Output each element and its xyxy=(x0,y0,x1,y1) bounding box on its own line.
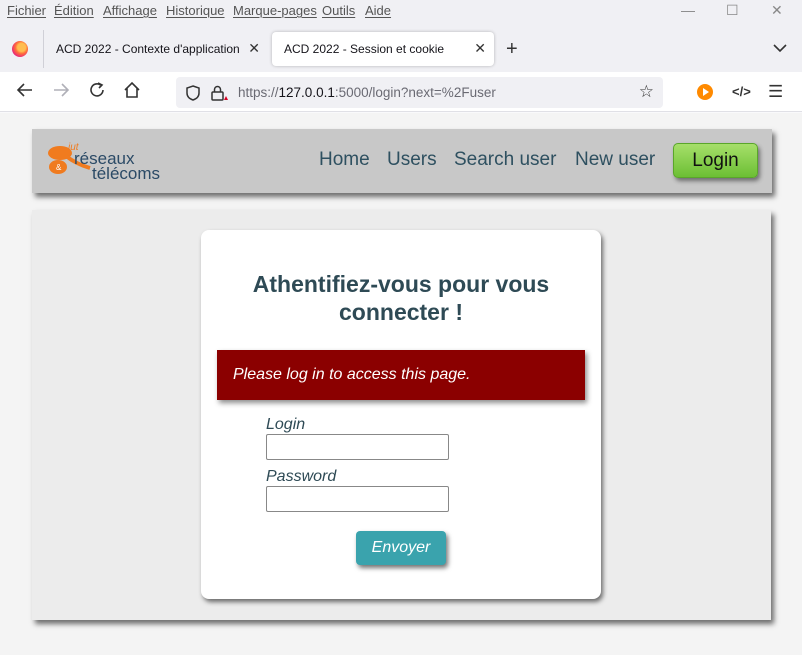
back-icon[interactable] xyxy=(14,81,36,103)
login-heading-line2: connecter ! xyxy=(339,299,463,325)
shield-icon[interactable] xyxy=(186,85,200,104)
navigation-bar: https://127.0.0.1:5000/login?next=%2Fuse… xyxy=(0,72,802,112)
tab-close-icon[interactable]: ✕ xyxy=(474,40,486,57)
firefox-icon[interactable] xyxy=(12,41,28,57)
developer-tools-icon[interactable]: </> xyxy=(732,84,751,99)
site-header: iut & réseaux télécoms Home Users Search… xyxy=(32,129,772,193)
menu-bar: Fichier Édition Affichage Historique Mar… xyxy=(0,0,802,24)
url-prefix: https:// xyxy=(238,85,279,100)
url-host: 127.0.0.1 xyxy=(278,85,335,100)
site-logo[interactable]: iut & réseaux télécoms xyxy=(46,138,196,183)
tab-title: ACD 2022 - Contexte d'application xyxy=(56,42,240,56)
url-bar[interactable]: https://127.0.0.1:5000/login?next=%2Fuse… xyxy=(176,77,663,108)
tab-session-cookie[interactable]: ACD 2022 - Session et cookie ✕ xyxy=(272,32,494,66)
nav-search-user[interactable]: Search user xyxy=(454,149,556,171)
menu-aide[interactable]: Aide xyxy=(365,3,391,18)
forward-icon[interactable] xyxy=(50,81,72,103)
tab-close-icon[interactable]: ✕ xyxy=(248,40,260,57)
minimize-icon[interactable]: — xyxy=(681,2,695,18)
menu-hamburger-icon[interactable]: ☰ xyxy=(768,82,783,102)
login-heading-line1: Athentifiez-vous pour vous xyxy=(252,271,550,297)
menu-affichage[interactable]: Affichage xyxy=(103,3,157,18)
flash-message: Please log in to access this page. xyxy=(217,350,585,400)
password-label: Password xyxy=(266,468,337,485)
list-all-tabs-icon[interactable] xyxy=(773,40,787,56)
url-path: :5000/login?next=%2Fuser xyxy=(334,85,496,100)
url-text[interactable]: https://127.0.0.1:5000/login?next=%2Fuse… xyxy=(238,85,496,100)
nav-new-user[interactable]: New user xyxy=(575,149,655,171)
login-input[interactable] xyxy=(266,434,449,460)
bookmark-star-icon[interactable]: ☆ xyxy=(639,82,654,102)
menu-historique[interactable]: Historique xyxy=(166,3,225,18)
media-play-extension-icon[interactable] xyxy=(697,84,713,100)
nav-home[interactable]: Home xyxy=(319,149,370,171)
menu-edition[interactable]: Édition xyxy=(54,3,94,18)
reload-icon[interactable] xyxy=(86,81,108,103)
menu-outils[interactable]: Outils xyxy=(322,3,355,18)
login-heading: Athentifiez-vous pour vous connecter ! xyxy=(221,270,581,326)
close-window-icon[interactable]: ✕ xyxy=(771,2,783,19)
tab-title: ACD 2022 - Session et cookie xyxy=(284,42,445,56)
nav-users[interactable]: Users xyxy=(387,149,437,171)
maximize-icon[interactable]: ☐ xyxy=(726,2,739,19)
menu-marque-pages[interactable]: Marque-pages xyxy=(233,3,317,18)
login-label: Login xyxy=(266,416,306,433)
new-tab-icon[interactable]: + xyxy=(506,38,518,61)
page-viewport: iut & réseaux télécoms Home Users Search… xyxy=(0,113,802,655)
login-card: Athentifiez-vous pour vous connecter ! P… xyxy=(201,230,601,599)
password-input[interactable] xyxy=(266,486,449,512)
tab-strip: ACD 2022 - Contexte d'application ✕ ACD … xyxy=(0,24,802,72)
lock-warning-icon[interactable] xyxy=(211,85,229,104)
logo-ampersand: & xyxy=(56,163,62,172)
nav-login-button[interactable]: Login xyxy=(673,143,758,178)
tab-contexte-application[interactable]: ACD 2022 - Contexte d'application ✕ xyxy=(44,32,268,66)
home-icon[interactable] xyxy=(121,81,143,103)
menu-fichier[interactable]: Fichier xyxy=(7,3,46,18)
submit-button[interactable]: Envoyer xyxy=(356,531,446,565)
content-panel: Athentifiez-vous pour vous connecter ! P… xyxy=(32,210,771,620)
logo-telecoms-text: télécoms xyxy=(92,164,160,182)
